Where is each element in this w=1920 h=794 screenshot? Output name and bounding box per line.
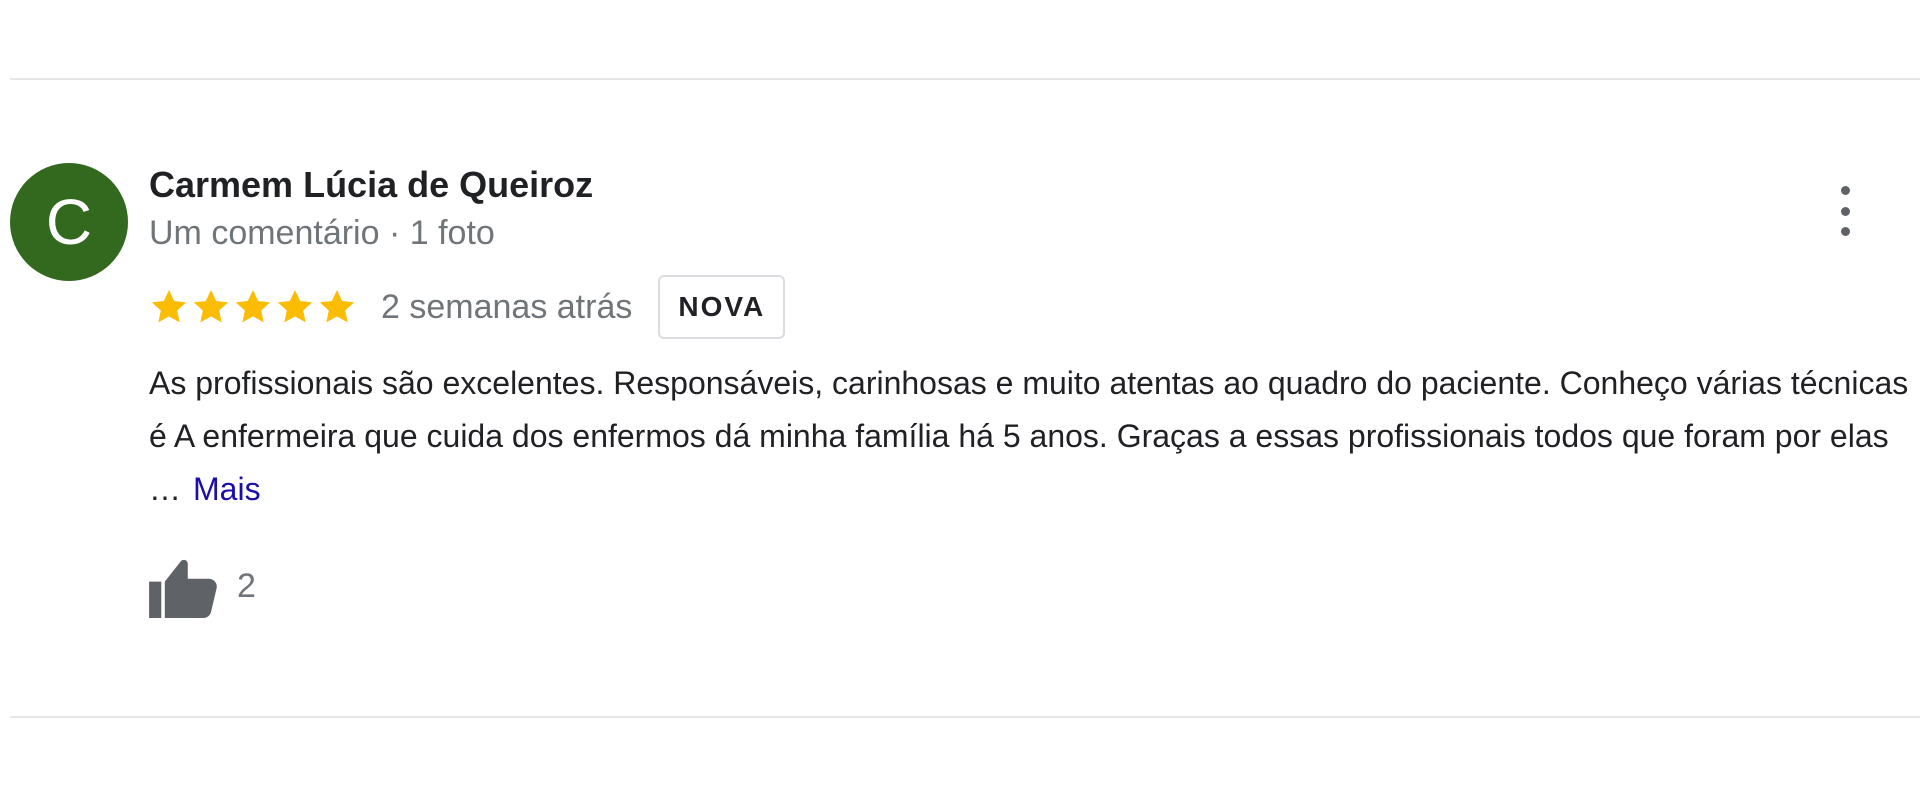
review-text: As profissionais são excelentes. Respons… (149, 357, 1920, 516)
like-count: 2 (237, 566, 256, 605)
menu-dot (1840, 227, 1850, 236)
top-divider (10, 78, 1920, 80)
rating-row: 2 semanas atrás NOVA (149, 275, 1919, 339)
menu-dot (1840, 186, 1850, 195)
avatar-letter: C (45, 186, 93, 258)
author-name[interactable]: Carmem Lúcia de Queiroz (149, 163, 1919, 207)
menu-dot (1840, 206, 1850, 216)
star-rating (149, 287, 357, 327)
star-icon (277, 290, 313, 323)
review-actions: 2 (149, 554, 1919, 618)
review-text-content: As profissionais são excelentes. Respons… (149, 365, 1909, 507)
author-meta[interactable]: Um comentário · 1 foto (149, 211, 1919, 255)
bottom-divider (10, 716, 1920, 718)
star-icon (319, 290, 355, 323)
star-icon (235, 290, 271, 323)
avatar[interactable]: C (10, 163, 128, 281)
page: C Carmem Lúcia de Queiroz Um comentário … (0, 0, 1920, 794)
review-body: Carmem Lúcia de Queiroz Um comentário · … (149, 163, 1919, 618)
more-vert-icon[interactable] (1832, 186, 1858, 236)
star-icon (151, 290, 187, 323)
star-icon (193, 290, 229, 323)
more-link[interactable]: Mais (193, 471, 261, 507)
new-badge: NOVA (658, 275, 786, 339)
thumbs-up-icon[interactable] (149, 554, 219, 618)
review-time: 2 semanas atrás (381, 287, 633, 326)
